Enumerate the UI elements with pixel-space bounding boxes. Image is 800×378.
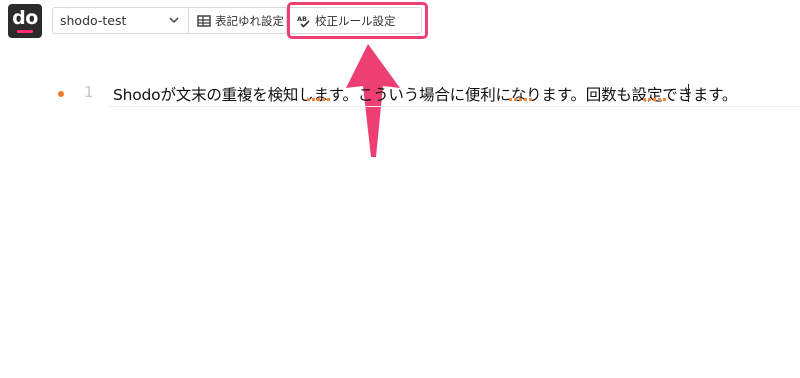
text-caret	[688, 84, 689, 102]
project-select[interactable]: shodo-test	[53, 8, 189, 33]
notation-variant-settings-label: 表記ゆれ設定	[215, 14, 284, 28]
pointer-arrow	[346, 44, 400, 157]
warning-underline	[307, 98, 331, 101]
editor-line[interactable]: 1 Shodoが文末の重複を検知します。こういう場合に便利になります。回数も設定…	[0, 81, 800, 107]
line-number: 1	[84, 83, 94, 101]
warning-indicator-icon	[58, 91, 64, 97]
warning-underline	[509, 98, 533, 101]
line-text[interactable]: Shodoが文末の重複を検知します。こういう場合に便利になります。回数も設定でき…	[113, 83, 737, 105]
chevron-down-icon	[169, 17, 179, 24]
table-icon	[197, 15, 211, 27]
notation-variant-settings-button[interactable]: 表記ゆれ設定	[190, 8, 287, 33]
shodo-logo[interactable]: do	[8, 4, 42, 38]
highlight-box	[287, 2, 428, 39]
warning-underline	[643, 98, 667, 101]
line-divider	[108, 106, 800, 107]
project-name: shodo-test	[60, 13, 127, 28]
logo-text: do	[12, 7, 38, 29]
logo-underline	[17, 30, 33, 33]
